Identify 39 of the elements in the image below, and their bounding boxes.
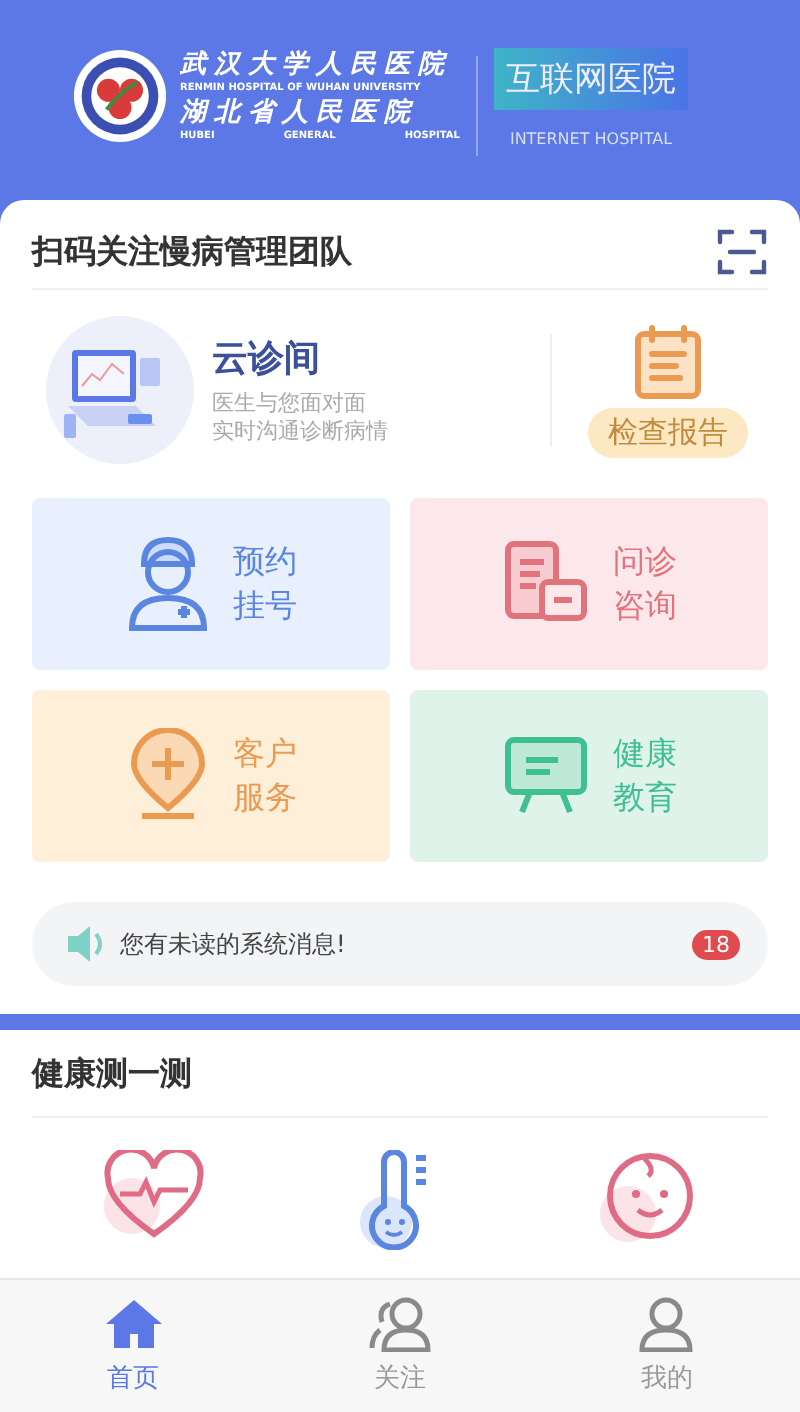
clipboard-icon[interactable] — [634, 323, 702, 399]
hospital-name: 武汉大学人民医院 — [180, 48, 454, 82]
hospital-logo-icon — [72, 48, 168, 144]
internet-hospital-subtitle: INTERNET HOSPITAL — [509, 130, 673, 148]
section-title: 健康测一测 — [32, 1054, 194, 1096]
tab-bar-item[interactable]: 关注 — [266, 1280, 534, 1412]
speaker-icon — [64, 924, 108, 964]
service-tile[interactable]: 问诊 咨询 — [410, 498, 768, 670]
unread-count-badge: 18 — [692, 929, 740, 959]
report-button[interactable]: 检查报告 — [588, 407, 748, 457]
internet-hospital-badge: 互联网医院 — [494, 48, 688, 110]
service-tile[interactable]: 健康 教育 — [410, 690, 768, 862]
tile-label: 服务 — [233, 776, 297, 820]
person-icon — [634, 1296, 699, 1352]
tile-label: 教育 — [613, 776, 677, 820]
doctor-icon — [125, 536, 209, 632]
tile-label: 预约 — [233, 540, 297, 584]
notice-text: 您有未读的系统消息! — [120, 927, 348, 961]
location-plus-icon — [125, 728, 209, 824]
service-tile[interactable]: 客户 服务 — [32, 690, 390, 862]
scan-icon[interactable] — [716, 226, 768, 278]
system-message-bar[interactable]: 您有未读的系统消息! 18 — [32, 902, 768, 986]
heartbeat-icon[interactable] — [100, 1150, 209, 1242]
section-title: 扫码关注慢病管理团队 — [32, 231, 352, 273]
tab-bar-item[interactable]: 首页 — [0, 1280, 267, 1412]
tile-label: 问诊 — [613, 540, 677, 584]
hospital-name: 湖北省人民医院 — [180, 96, 420, 130]
tile-label: 挂号 — [233, 584, 297, 628]
people-icon — [367, 1296, 432, 1352]
tab-bar-item[interactable]: 我的 — [533, 1280, 800, 1412]
tile-label: 健康 — [613, 732, 677, 776]
service-tile[interactable]: 预约 挂号 — [32, 498, 390, 670]
cloud-clinic-title[interactable]: 云诊间 — [212, 334, 534, 382]
cloud-clinic-description: 医生与您面对面 — [212, 390, 368, 418]
cloud-clinic-description: 实时沟通诊断病情 — [212, 418, 390, 446]
baby-face-icon[interactable] — [595, 1150, 696, 1246]
home-icon — [101, 1296, 166, 1352]
tile-label: 咨询 — [613, 584, 677, 628]
tile-label: 客户 — [233, 732, 297, 776]
